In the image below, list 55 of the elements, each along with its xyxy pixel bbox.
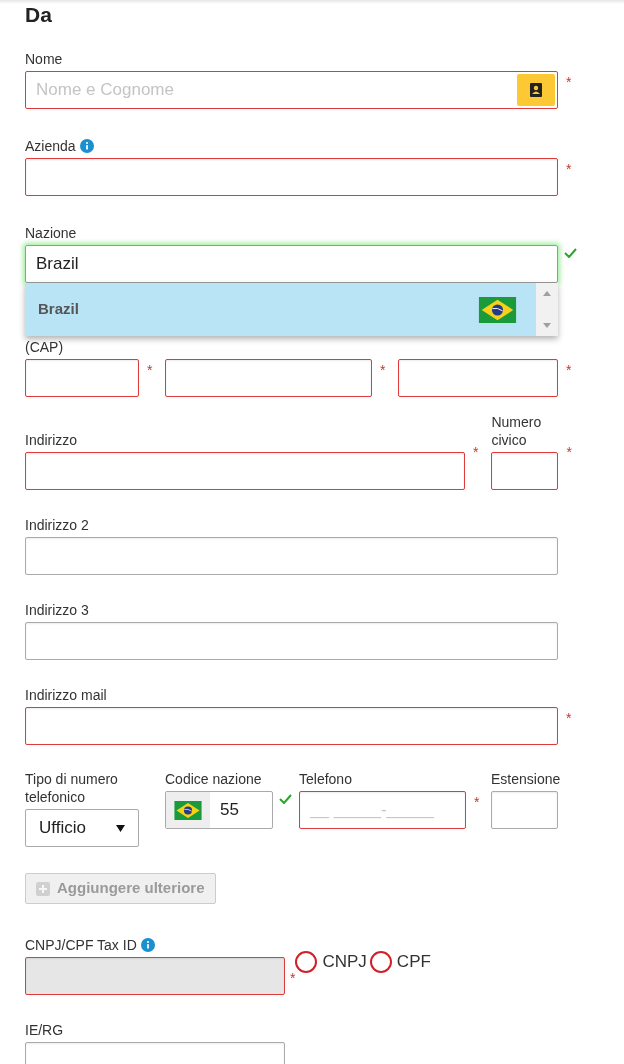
required-asterisk: * [566, 711, 573, 725]
text-field[interactable] [491, 452, 559, 490]
field-label: Tipo di numero telefonico [25, 770, 119, 806]
text-field[interactable]: __ _____-_____ [299, 791, 466, 829]
brazil-flag-icon [478, 296, 517, 323]
required-asterisk: * [566, 363, 573, 377]
field-label: Codice nazione [165, 770, 262, 788]
contact-card-icon [530, 83, 542, 97]
text-field[interactable] [25, 537, 558, 575]
text-field[interactable] [165, 359, 372, 397]
text-field[interactable] [25, 707, 558, 745]
scrollbar[interactable] [536, 283, 558, 336]
country-code-field[interactable]: 55 [165, 791, 273, 829]
required-asterisk: * [566, 444, 572, 460]
field-label: Indirizzo [25, 431, 78, 449]
required-asterisk: * [474, 795, 481, 809]
field-label: CNPJ/CPF Tax ID [25, 936, 137, 954]
plus-icon [36, 881, 50, 896]
name-input[interactable]: Nome e Cognome [36, 77, 517, 103]
text-field[interactable] [25, 452, 465, 490]
required-asterisk: * [566, 162, 573, 176]
check-icon [564, 248, 577, 258]
text-field[interactable] [25, 359, 139, 397]
info-icon[interactable] [140, 938, 155, 952]
dropdown-arrow-icon [116, 824, 125, 832]
suggestion-item[interactable]: Brazil [25, 283, 536, 336]
field-label: Numero civico [491, 413, 543, 449]
required-asterisk: * [147, 363, 154, 377]
text-field[interactable] [398, 359, 558, 397]
field-label: IE/RG [25, 1021, 64, 1039]
field-label: Estensione [491, 770, 561, 788]
required-asterisk: * [473, 444, 479, 460]
text-field[interactable] [25, 158, 558, 196]
field-label: Indirizzo 3 [25, 601, 89, 619]
required-asterisk: * [290, 970, 296, 986]
required-asterisk: * [380, 363, 387, 377]
required-asterisk: * [566, 75, 573, 89]
field-label: (CAP) [25, 338, 64, 356]
brazil-flag-icon [174, 800, 202, 820]
scroll-down-icon[interactable] [543, 323, 551, 328]
phone-type-select[interactable]: Ufficio [25, 809, 139, 847]
field-label: Nazione [25, 224, 77, 242]
text-field[interactable] [491, 791, 558, 829]
info-icon[interactable] [79, 139, 94, 153]
field-label: Indirizzo mail [25, 686, 107, 704]
field-label: Azienda [25, 137, 76, 155]
field-label: Telefono [299, 770, 352, 788]
scroll-up-icon[interactable] [543, 291, 551, 296]
country-field[interactable]: Brazil [25, 245, 558, 283]
text-field[interactable] [25, 622, 558, 660]
name-field[interactable]: Nome e Cognome [25, 71, 558, 109]
section-title: Da [25, 2, 53, 28]
contacts-button[interactable] [517, 74, 555, 106]
field-label: Indirizzo 2 [25, 516, 89, 534]
field-label: Nome [25, 50, 63, 68]
